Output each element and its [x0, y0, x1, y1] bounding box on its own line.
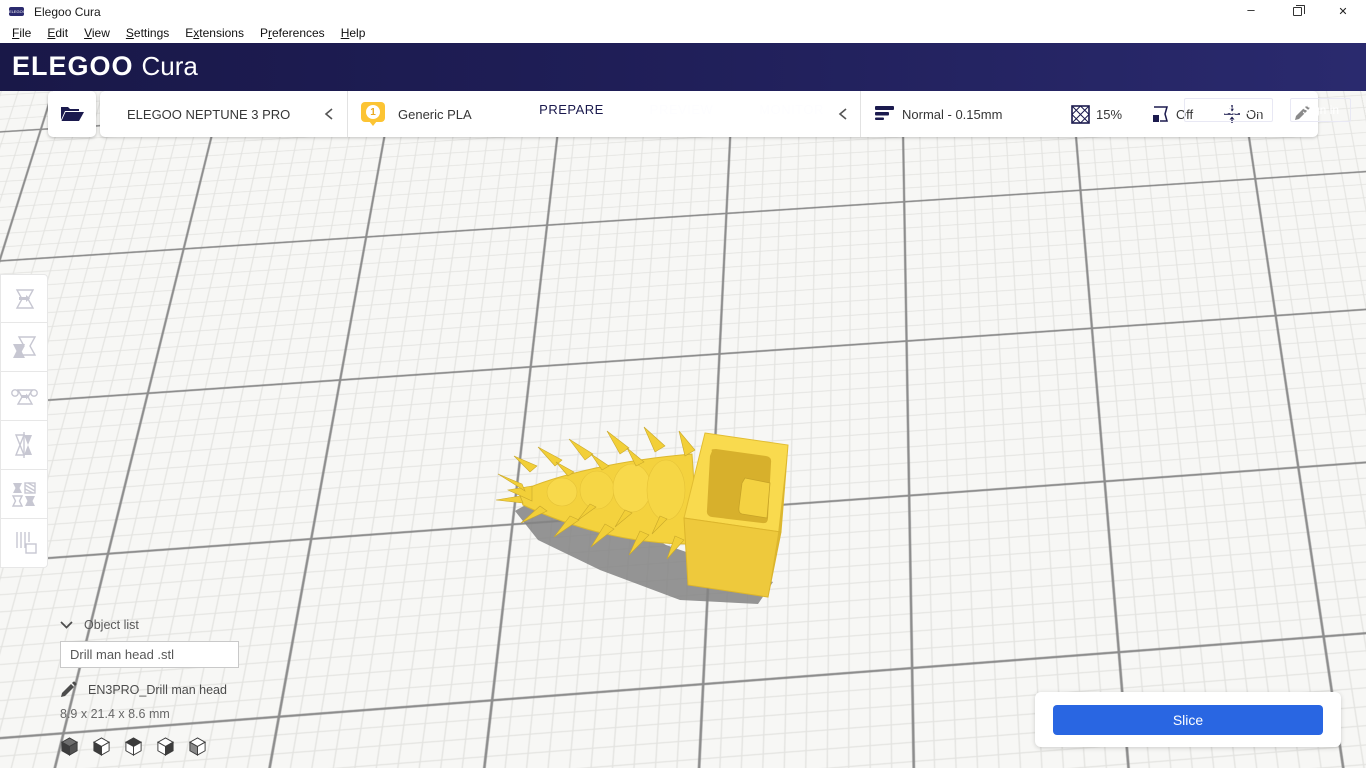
logo-product: Cura: [142, 51, 198, 82]
scale-tool-icon: [9, 332, 39, 362]
mirror-tool-button[interactable]: [0, 421, 48, 470]
job-name-row[interactable]: EN3PRO_Drill man head: [60, 681, 239, 698]
move-tool-icon: [9, 284, 39, 314]
sign-in-button[interactable]: Sign in: [1290, 98, 1351, 122]
job-name: EN3PRO_Drill man head: [88, 683, 227, 697]
camera-view-buttons: [60, 737, 239, 756]
chevron-left-icon[interactable]: [324, 107, 334, 121]
menu-settings[interactable]: Settings: [118, 23, 177, 43]
minimize-button[interactable]: –: [1228, 0, 1274, 23]
app-logo: ELEGOO Cura: [12, 51, 198, 82]
open-folder-icon: [59, 104, 85, 124]
per-model-settings-button[interactable]: [0, 470, 48, 519]
mirror-tool-icon: [9, 430, 39, 460]
close-icon: ✕: [1338, 5, 1347, 18]
infill-icon: [1071, 105, 1090, 124]
marketplace-button[interactable]: Marketplace: [1184, 98, 1273, 122]
object-list-item[interactable]: Drill man head .stl: [60, 641, 239, 668]
printer-name: ELEGOO NEPTUNE 3 PRO: [127, 107, 290, 122]
view-right-icon[interactable]: [188, 737, 207, 756]
view-front-icon[interactable]: [92, 737, 111, 756]
view-3d-icon[interactable]: [60, 737, 79, 756]
tool-sidebar: [0, 274, 48, 568]
stage-tabs: PREPARE PREVIEW MONITOR: [521, 94, 842, 124]
infill-value: 15%: [1096, 107, 1122, 122]
menu-bar: File Edit View Settings Extensions Prefe…: [0, 23, 1366, 43]
rotate-tool-icon: [9, 381, 39, 411]
scale-tool-button[interactable]: [0, 323, 48, 372]
support-blocker-button[interactable]: [0, 519, 48, 568]
window-titlebar: ELEGOO Elegoo Cura – ✕: [0, 0, 1366, 23]
restore-icon: [1293, 7, 1302, 16]
view-left-icon[interactable]: [156, 737, 175, 756]
printer-selector[interactable]: ELEGOO NEPTUNE 3 PRO: [127, 91, 327, 137]
tab-monitor[interactable]: MONITOR: [741, 94, 842, 124]
model-dimensions: 8.9 x 21.4 x 8.6 mm: [60, 707, 239, 721]
model-drill-man-head[interactable]: [470, 406, 830, 626]
menu-edit[interactable]: Edit: [39, 23, 76, 43]
tab-preview[interactable]: PREVIEW: [631, 94, 732, 124]
slice-button[interactable]: Slice: [1053, 705, 1323, 735]
menu-help[interactable]: Help: [333, 23, 374, 43]
open-file-button[interactable]: [48, 91, 96, 137]
support-icon: [1151, 105, 1170, 124]
menu-view[interactable]: View: [76, 23, 118, 43]
extruder-number: 1: [366, 105, 380, 119]
main-header: ELEGOO Cura PREPARE PREVIEW MONITOR Mark…: [0, 43, 1366, 91]
object-list-panel: Object list Drill man head .stl EN3PRO_D…: [60, 618, 239, 756]
divider: [347, 91, 348, 137]
move-tool-button[interactable]: [0, 274, 48, 323]
rotate-tool-button[interactable]: [0, 372, 48, 421]
rename-pencil-icon: [60, 681, 77, 698]
profile-label: Normal - 0.15mm: [902, 107, 1002, 122]
minimize-icon: –: [1247, 2, 1254, 17]
logo-brand: ELEGOO: [12, 51, 134, 82]
object-file-name: Drill man head .stl: [70, 647, 174, 662]
object-list-title: Object list: [84, 618, 139, 632]
divider: [860, 91, 861, 137]
chevron-down-icon: [60, 621, 73, 629]
material-name: Generic PLA: [398, 107, 472, 122]
menu-preferences[interactable]: Preferences: [252, 23, 333, 43]
restore-button[interactable]: [1274, 0, 1320, 23]
tab-prepare[interactable]: PREPARE: [521, 94, 622, 124]
per-model-settings-icon: [9, 479, 39, 509]
action-panel: Slice: [1035, 692, 1341, 747]
layers-icon: [875, 106, 895, 122]
window-title: Elegoo Cura: [34, 5, 101, 19]
view-top-icon[interactable]: [124, 737, 143, 756]
object-list-toggle[interactable]: Object list: [60, 618, 239, 632]
support-blocker-icon: [9, 528, 39, 558]
menu-extensions[interactable]: Extensions: [177, 23, 252, 43]
app-icon: ELEGOO: [9, 7, 24, 16]
menu-file[interactable]: File: [4, 23, 39, 43]
extruder-badge: 1: [361, 102, 385, 122]
close-button[interactable]: ✕: [1320, 0, 1366, 23]
